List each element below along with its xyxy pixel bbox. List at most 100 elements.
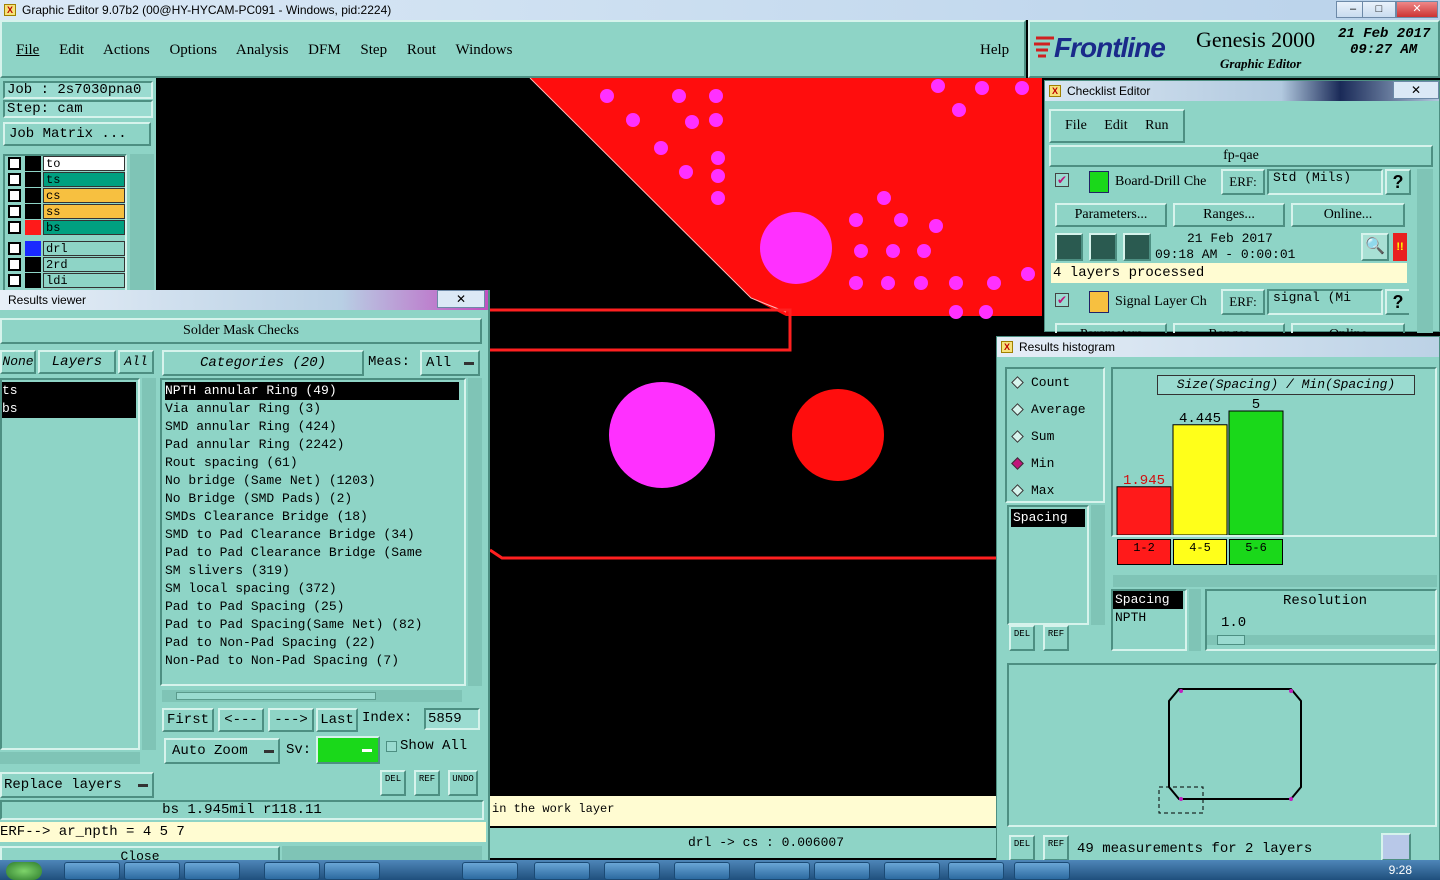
menu-options[interactable]: Options	[169, 42, 217, 58]
menu-dfm[interactable]: DFM	[308, 42, 341, 58]
histogram-bar[interactable]	[1172, 424, 1228, 535]
menu-windows[interactable]: Windows	[456, 42, 513, 58]
menu-help[interactable]: Help	[980, 42, 1009, 59]
menu-edit[interactable]: Edit	[59, 42, 84, 58]
measure-list-scrollbar[interactable]	[1091, 505, 1105, 625]
check-board-drill-checkbox[interactable]: ✔	[1055, 173, 1069, 187]
undo-button[interactable]: UNDO	[448, 770, 478, 796]
histogram-bar[interactable]	[1116, 486, 1172, 535]
histogram-bar[interactable]	[1228, 410, 1284, 535]
help-button[interactable]: ?	[1385, 289, 1409, 315]
replace-layers-dropdown[interactable]: Replace layers	[0, 772, 154, 798]
layer-row[interactable]: ss	[5, 204, 125, 220]
checklist-menu-edit[interactable]: Edit	[1104, 118, 1127, 133]
taskbar-app-5-icon[interactable]	[324, 862, 380, 880]
all-button[interactable]: All	[118, 350, 154, 374]
checklist-scrollbar[interactable]	[1417, 169, 1433, 333]
checklist-menu-file[interactable]: File	[1065, 118, 1087, 133]
category-item[interactable]: Non-Pad to Non-Pad Spacing (7)	[165, 652, 464, 670]
next-button[interactable]: --->	[268, 708, 314, 732]
histogram-hscrollbar[interactable]	[1113, 575, 1437, 587]
category-item[interactable]: SM local spacing (372)	[165, 580, 464, 598]
meas-dropdown[interactable]: All	[420, 350, 480, 376]
histogram-list-item[interactable]: NPTH	[1113, 609, 1185, 627]
stop-icon[interactable]	[1123, 233, 1151, 261]
taskbar-app-8-icon[interactable]	[604, 862, 660, 880]
layers-button[interactable]: Layers	[38, 350, 116, 374]
taskbar-app-2-icon[interactable]	[124, 862, 180, 880]
none-button[interactable]: None	[0, 350, 36, 374]
taskbar-app-4-icon[interactable]	[264, 862, 320, 880]
erf-value[interactable]: signal (Mi	[1267, 289, 1383, 315]
layer-toggle-checkbox[interactable]	[8, 189, 21, 202]
ranges-button[interactable]: Ranges...	[1173, 203, 1285, 227]
layer-toggle-checkbox[interactable]	[8, 274, 21, 287]
close-window-button[interactable]: ✕	[1396, 1, 1438, 18]
layer-row[interactable]: ts	[5, 172, 125, 188]
layer-row[interactable]: cs	[5, 188, 125, 204]
layer-row[interactable]: 2rd	[5, 257, 125, 273]
histogram-mode-option[interactable]: Average	[1007, 396, 1103, 423]
checklist-menu-run[interactable]: Run	[1145, 118, 1168, 133]
layer-toggle-checkbox[interactable]	[8, 258, 21, 271]
help-button[interactable]: ?	[1385, 169, 1411, 195]
erf-button[interactable]: ERF:	[1221, 289, 1265, 315]
menu-step[interactable]: Step	[360, 42, 387, 58]
layer-row[interactable]: to	[5, 156, 125, 172]
del-button[interactable]: DEL	[380, 770, 406, 796]
index-input[interactable]: 5859	[424, 708, 480, 730]
histogram-del-button[interactable]: DEL	[1009, 625, 1035, 651]
taskbar-app-9-icon[interactable]	[674, 862, 730, 880]
histogram-mode-option[interactable]: Count	[1007, 369, 1103, 396]
taskbar-app-12-icon[interactable]	[884, 862, 940, 880]
category-item[interactable]: SM slivers (319)	[165, 562, 464, 580]
online-button[interactable]: Online	[1291, 323, 1405, 333]
results-layer-item[interactable]: ts	[2, 382, 136, 400]
category-item[interactable]: No bridge (Same Net) (1203)	[165, 472, 464, 490]
restore-button[interactable]: □	[1362, 1, 1396, 18]
menu-rout[interactable]: Rout	[407, 42, 436, 58]
histogram-range-label[interactable]: 1-2	[1117, 539, 1171, 565]
layer-toggle-checkbox[interactable]	[8, 221, 21, 234]
layer-list-scrollbar[interactable]	[130, 154, 154, 292]
category-item[interactable]: Pad to Non-Pad Spacing (22)	[165, 634, 464, 652]
category-item[interactable]: Pad annular Ring (2242)	[165, 436, 464, 454]
last-button[interactable]: Last	[316, 708, 358, 732]
category-hscrollbar[interactable]	[162, 690, 462, 702]
taskbar-app-7-icon[interactable]	[534, 862, 590, 880]
run-icon[interactable]	[1055, 233, 1083, 261]
layer-toggle-checkbox[interactable]	[8, 157, 21, 170]
taskbar-app-3-icon[interactable]	[184, 862, 240, 880]
taskbar-app-1-icon[interactable]	[64, 862, 120, 880]
sv-color-dropdown[interactable]	[316, 736, 380, 764]
histogram-mode-option[interactable]: Min	[1007, 450, 1103, 477]
job-matrix-button[interactable]: Job Matrix ...	[3, 122, 151, 146]
parameters-button[interactable]: Parameters	[1055, 323, 1167, 333]
check-signal-layer-label[interactable]: Signal Layer Ch	[1115, 294, 1207, 310]
category-item[interactable]: Pad to Pad Spacing(Same Net) (82)	[165, 616, 464, 634]
taskbar-app-11-icon[interactable]	[814, 862, 870, 880]
taskbar-app-14-icon[interactable]	[1014, 862, 1070, 880]
auto-zoom-dropdown[interactable]: Auto Zoom	[164, 738, 280, 764]
category-item[interactable]: No Bridge (SMD Pads) (2)	[165, 490, 464, 508]
start-button-icon[interactable]	[6, 862, 42, 880]
parameters-button[interactable]: Parameters...	[1055, 203, 1167, 227]
category-item[interactable]: SMD annular Ring (424)	[165, 418, 464, 436]
layer-toggle-checkbox[interactable]	[8, 205, 21, 218]
measure-list-item[interactable]: Spacing	[1011, 509, 1085, 527]
histogram-mode-option[interactable]: Sum	[1007, 423, 1103, 450]
layer-toggle-checkbox[interactable]	[8, 173, 21, 186]
category-scrollbar[interactable]	[468, 378, 482, 686]
histogram-range-label[interactable]: 4-5	[1173, 539, 1227, 565]
check-board-drill-label[interactable]: Board-Drill Che	[1115, 174, 1206, 190]
results-layer-hscrollbar[interactable]	[0, 752, 140, 764]
preview-del-button[interactable]: DEL	[1009, 835, 1035, 861]
zoom-results-icon[interactable]: 🔍	[1361, 233, 1389, 261]
taskbar-app-13-icon[interactable]	[948, 862, 1004, 880]
histogram-ref-button[interactable]: REF	[1043, 625, 1069, 651]
category-item[interactable]: Via annular Ring (3)	[165, 400, 464, 418]
histogram-mode-option[interactable]: Max	[1007, 477, 1103, 504]
ref-button[interactable]: REF	[414, 770, 440, 796]
results-layer-scrollbar[interactable]	[142, 378, 156, 750]
category-item[interactable]: SMD to Pad Clearance Bridge (34)	[165, 526, 464, 544]
